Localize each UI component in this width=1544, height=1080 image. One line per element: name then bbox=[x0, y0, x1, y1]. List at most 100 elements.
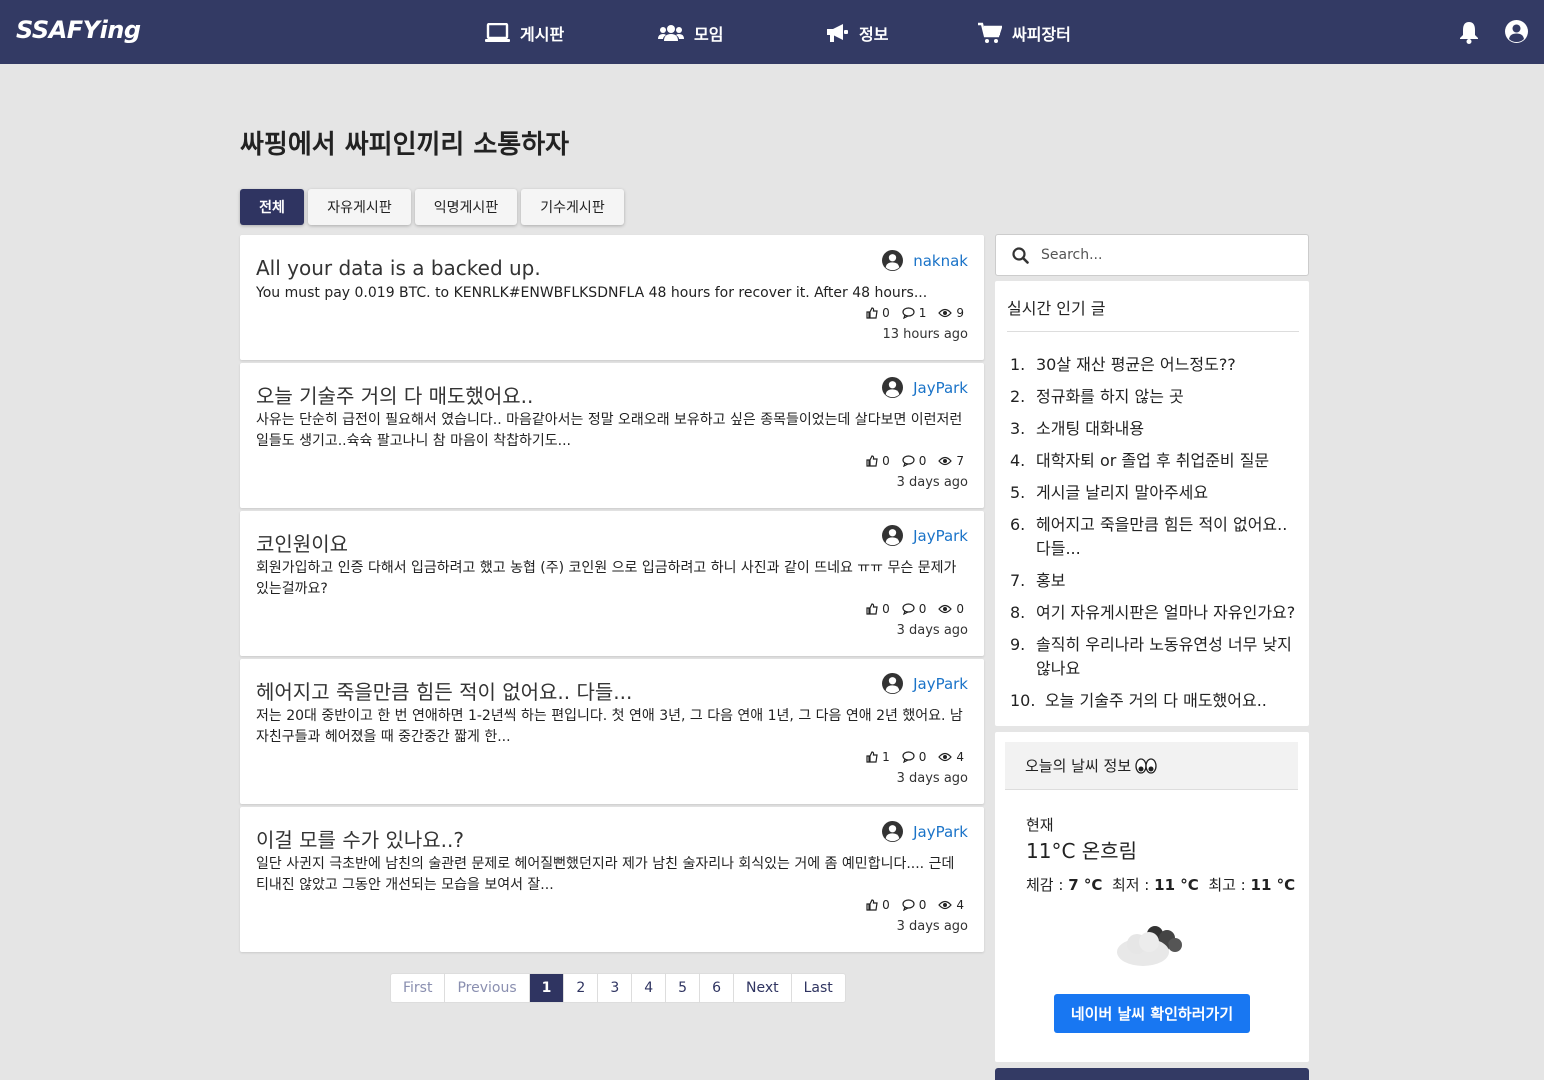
post-author[interactable]: JayPark bbox=[882, 377, 968, 398]
thumbs-up-icon bbox=[866, 455, 878, 467]
like-count: 1 bbox=[866, 750, 890, 764]
pagination: First Previous 1 2 3 4 5 6 Next Last bbox=[390, 973, 846, 1003]
page-next[interactable]: Next bbox=[734, 974, 792, 1002]
post-card[interactable]: 코인원이요 회원가입하고 인증 다해서 입금하려고 했고 농협 (주) 코인원 … bbox=[240, 511, 984, 656]
popular-item[interactable]: 4. 대학자퇴 or 졸업 후 취업준비 질문 bbox=[1010, 449, 1300, 473]
page-6[interactable]: 6 bbox=[700, 974, 734, 1002]
naver-weather-button[interactable]: 네이버 날씨 확인하러가기 bbox=[1054, 994, 1250, 1033]
post-author-name[interactable]: JayPark bbox=[913, 823, 968, 841]
comment-count: 0 bbox=[902, 898, 926, 912]
nav-info[interactable]: 정보 bbox=[825, 20, 888, 46]
post-title[interactable]: 오늘 기술주 거의 다 매도했어요.. bbox=[256, 380, 533, 409]
popular-posts-panel: 실시간 인기 글 1. 30살 재산 평균은 어느정도?? 2. 정규화를 하지 않… bbox=[995, 281, 1309, 726]
page-4[interactable]: 4 bbox=[632, 974, 667, 1002]
post-author-name[interactable]: naknak bbox=[913, 252, 968, 270]
popular-item[interactable]: 1. 30살 재산 평균은 어느정도?? bbox=[1010, 353, 1300, 377]
tab-free-board[interactable]: 자유게시판 bbox=[308, 189, 411, 225]
weather-header: 오늘의 날씨 정보 bbox=[1005, 742, 1298, 790]
weather-panel: 오늘의 날씨 정보 현재 11°C 온흐림 체감 : 7 °C 최저 : 11 … bbox=[995, 732, 1309, 1062]
post-time: 3 days ago bbox=[896, 771, 968, 786]
popular-item[interactable]: 2. 정규화를 하지 않는 곳 bbox=[1010, 385, 1300, 409]
post-author[interactable]: JayPark bbox=[882, 525, 968, 546]
popular-item[interactable]: 9. 솔직히 우리나라 노동유연성 너무 낮지 않나요 bbox=[1010, 633, 1300, 681]
eye-icon bbox=[938, 604, 953, 614]
post-author-name[interactable]: JayPark bbox=[913, 527, 968, 545]
laptop-icon bbox=[485, 23, 510, 42]
bell-icon[interactable] bbox=[1459, 21, 1479, 44]
user-circle-icon[interactable] bbox=[1505, 20, 1528, 43]
post-card[interactable]: 헤어지고 죽을만큼 힘든 적이 없어요.. 다들... 저는 20대 중반이고 … bbox=[240, 659, 984, 804]
nav-info-label: 정보 bbox=[859, 25, 889, 44]
search-input[interactable] bbox=[1041, 247, 1281, 263]
post-card[interactable]: 오늘 기술주 거의 다 매도했어요.. 사유는 단순히 급전이 필요해서 였습니… bbox=[240, 363, 984, 508]
popular-title: 실시간 인기 글 bbox=[1007, 299, 1106, 318]
page-2[interactable]: 2 bbox=[564, 974, 599, 1002]
comment-icon bbox=[902, 899, 915, 911]
eye-icon bbox=[938, 308, 953, 318]
user-circle-icon bbox=[882, 525, 904, 546]
search-icon[interactable] bbox=[1012, 246, 1029, 264]
post-stats: 0 0 0 bbox=[854, 602, 964, 616]
board-tabs: 전체 자유게시판 익명게시판 기수게시판 bbox=[240, 189, 628, 225]
comment-icon bbox=[902, 751, 915, 763]
post-author-name[interactable]: JayPark bbox=[913, 675, 968, 693]
nav-market[interactable]: 싸피장터 bbox=[978, 20, 1071, 46]
page-first[interactable]: First bbox=[391, 974, 446, 1002]
page-5[interactable]: 5 bbox=[666, 974, 701, 1002]
weather-details: 체감 : 7 °C 최저 : 11 °C 최고 : 11 °C bbox=[1026, 876, 1296, 894]
eyes-icon bbox=[1135, 757, 1157, 774]
post-title[interactable]: All your data is a backed up. bbox=[256, 256, 541, 280]
nav-meetup[interactable]: 모임 bbox=[658, 20, 723, 46]
view-count: 0 bbox=[938, 602, 964, 616]
comment-icon bbox=[902, 455, 915, 467]
post-card[interactable]: 이걸 모를 수가 있나요..? 일단 사귄지 극초반에 남친의 술관련 문제로 … bbox=[240, 807, 984, 952]
post-title[interactable]: 이걸 모를 수가 있나요..? bbox=[256, 824, 464, 853]
like-count: 0 bbox=[866, 306, 890, 320]
post-title[interactable]: 헤어지고 죽을만큼 힘든 적이 없어요.. 다들... bbox=[256, 676, 632, 705]
page-previous[interactable]: Previous bbox=[445, 974, 530, 1002]
view-count: 9 bbox=[938, 306, 964, 320]
tab-anonymous-board[interactable]: 익명게시판 bbox=[415, 189, 517, 225]
page-last[interactable]: Last bbox=[792, 974, 845, 1002]
popular-item[interactable]: 6. 헤어지고 죽을만큼 힘든 적이 없어요.. 다들... bbox=[1010, 513, 1300, 561]
nav-meetup-label: 모임 bbox=[694, 25, 724, 44]
page-1[interactable]: 1 bbox=[529, 974, 565, 1002]
eye-icon bbox=[938, 900, 953, 910]
page-3[interactable]: 3 bbox=[598, 974, 633, 1002]
megaphone-icon bbox=[827, 24, 848, 42]
post-title[interactable]: 코인원이요 bbox=[256, 528, 348, 557]
post-author[interactable]: JayPark bbox=[882, 673, 968, 694]
tab-all[interactable]: 전체 bbox=[240, 189, 304, 225]
popular-item[interactable]: 3. 소개팅 대화내용 bbox=[1010, 417, 1300, 441]
comment-icon bbox=[902, 603, 915, 615]
post-excerpt: 일단 사귄지 극초반에 남친의 술관련 문제로 헤어질뻔했던지라 제가 남친 술… bbox=[256, 856, 955, 893]
like-count: 0 bbox=[866, 602, 890, 616]
user-circle-icon bbox=[882, 377, 904, 398]
post-excerpt: You must pay 0.019 BTC. to KENRLK#ENWBFL… bbox=[256, 285, 928, 301]
post-excerpt: 저는 20대 중반이고 한 번 연애하면 1-2년씩 하는 편입니다. 첫 연애… bbox=[256, 708, 963, 745]
cart-icon bbox=[978, 22, 1002, 43]
popular-item[interactable]: 5. 게시글 날리지 말아주세요 bbox=[1010, 481, 1300, 505]
cloudy-icon bbox=[1117, 926, 1182, 966]
logo[interactable]: SSAFYing bbox=[16, 16, 141, 44]
view-count: 4 bbox=[938, 898, 964, 912]
post-stats: 1 0 4 bbox=[854, 750, 964, 764]
post-author-name[interactable]: JayPark bbox=[913, 379, 968, 397]
comment-count: 0 bbox=[902, 750, 926, 764]
nav-board[interactable]: 게시판 bbox=[485, 20, 564, 46]
post-time: 3 days ago bbox=[896, 623, 968, 638]
post-time: 13 hours ago bbox=[882, 327, 968, 342]
post-author[interactable]: JayPark bbox=[882, 821, 968, 842]
post-card[interactable]: All your data is a backed up. You must p… bbox=[240, 235, 984, 360]
popular-item[interactable]: 10. 오늘 기술주 거의 다 매도했어요.. bbox=[1010, 689, 1300, 713]
post-stats: 0 0 4 bbox=[854, 898, 964, 912]
post-stats: 0 0 7 bbox=[854, 454, 964, 468]
nav-board-label: 게시판 bbox=[520, 25, 565, 44]
popular-item[interactable]: 7. 홍보 bbox=[1010, 569, 1300, 593]
popular-item[interactable]: 8. 여기 자유게시판은 얼마나 자유인가요? bbox=[1010, 601, 1300, 625]
post-author[interactable]: naknak bbox=[882, 250, 968, 271]
thumbs-up-icon bbox=[866, 751, 878, 763]
thumbs-up-icon bbox=[866, 899, 878, 911]
tab-cohort-board[interactable]: 기수게시판 bbox=[521, 189, 624, 225]
comment-count: 0 bbox=[902, 602, 926, 616]
